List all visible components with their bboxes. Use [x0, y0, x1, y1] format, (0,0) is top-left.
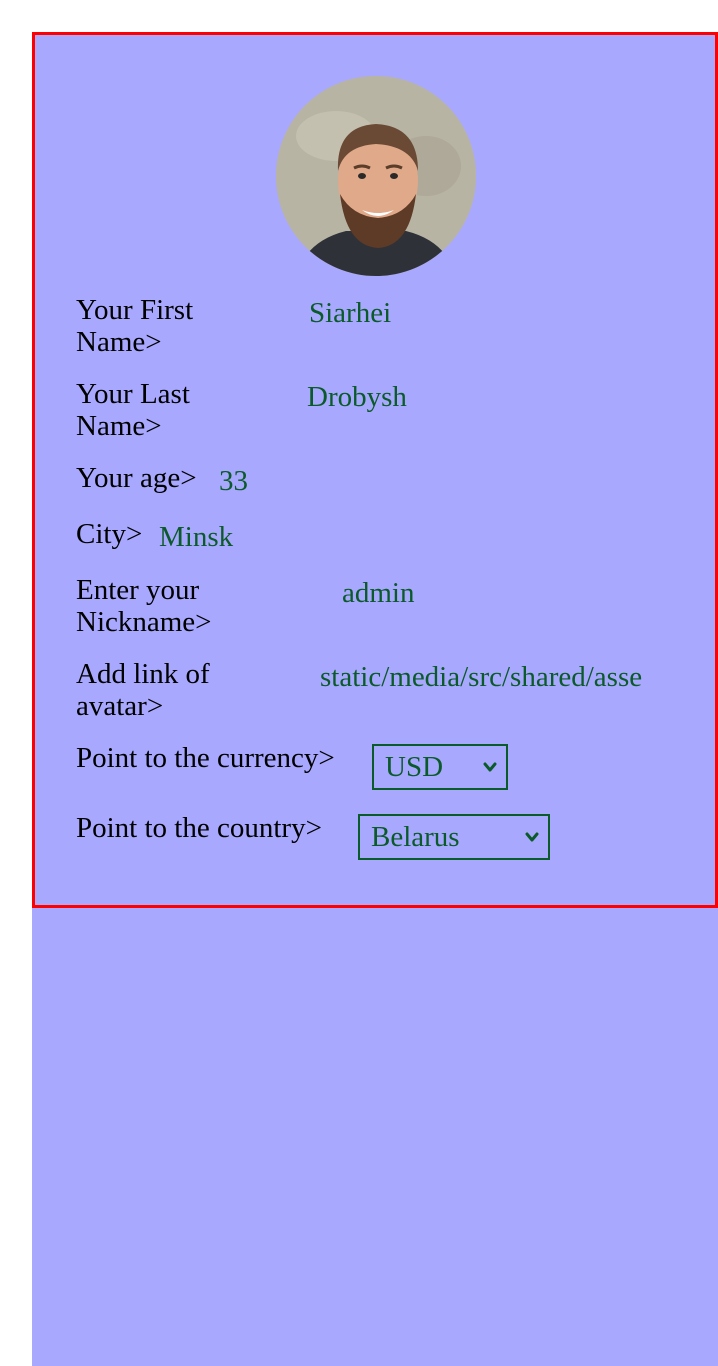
avatar	[276, 76, 476, 276]
currency-select[interactable]: USD	[372, 744, 508, 790]
first-name-label: Your First Name>	[76, 294, 194, 358]
nickname-label: Enter your Nickname>	[76, 574, 212, 638]
age-field[interactable]: 33	[219, 465, 248, 497]
chevron-down-icon	[483, 762, 497, 772]
first-name-field[interactable]: Siarhei	[309, 297, 391, 329]
country-select[interactable]: Belarus	[358, 814, 550, 860]
last-name-field[interactable]: Drobysh	[307, 381, 407, 413]
country-selected-value: Belarus	[371, 821, 460, 853]
profile-card: Your First Name> Siarhei Your Last Name>…	[32, 32, 718, 908]
age-label: Your age>	[76, 462, 197, 494]
city-label: City>	[76, 518, 143, 550]
avatar-link-label: Add link of avatar>	[76, 658, 210, 722]
currency-label: Point to the currency>	[76, 742, 335, 774]
avatar-image	[276, 76, 476, 276]
currency-selected-value: USD	[385, 751, 444, 783]
avatar-link-field[interactable]: static/media/src/shared/asse	[320, 661, 676, 693]
country-label: Point to the country>	[76, 812, 322, 844]
nickname-field[interactable]: admin	[342, 577, 415, 609]
chevron-down-icon	[525, 832, 539, 842]
last-name-label: Your Last Name>	[76, 378, 190, 442]
city-field[interactable]: Minsk	[159, 521, 233, 553]
